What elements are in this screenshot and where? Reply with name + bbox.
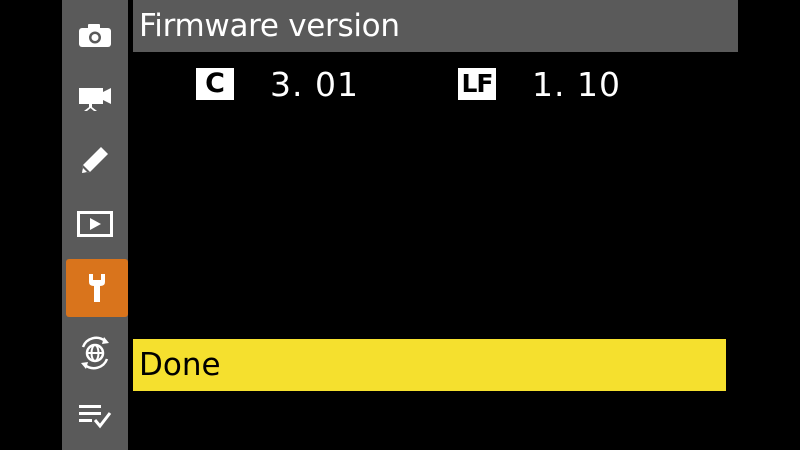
- lens-firmware-version: 1. 10: [532, 64, 621, 104]
- my-menu-icon: [79, 405, 112, 429]
- setup-menu-tab[interactable]: [66, 259, 128, 317]
- lens-firmware-row: LF 1. 10: [458, 64, 621, 104]
- network-menu-tab[interactable]: [62, 323, 128, 383]
- camera-firmware-version: 3. 01: [270, 64, 359, 104]
- camera-icon: [79, 24, 111, 47]
- playback-menu-tab[interactable]: [62, 194, 128, 254]
- pencil-icon: [82, 147, 108, 173]
- page-title: Firmware version: [133, 0, 738, 52]
- photo-shooting-menu-tab[interactable]: [62, 5, 128, 65]
- my-menu-tab[interactable]: [62, 385, 128, 445]
- movie-camera-icon: [79, 88, 111, 111]
- custom-settings-menu-tab[interactable]: [62, 130, 128, 190]
- camera-firmware-row: C 3. 01: [196, 64, 359, 104]
- movie-recording-menu-tab[interactable]: [62, 68, 128, 128]
- lens-firmware-badge: LF: [458, 68, 496, 100]
- network-icon: [81, 336, 109, 370]
- camera-firmware-badge: C: [196, 68, 234, 100]
- menu-sidebar: [62, 0, 128, 450]
- wrench-icon: [89, 274, 105, 302]
- done-button[interactable]: Done: [133, 339, 726, 391]
- playback-icon: [77, 211, 113, 237]
